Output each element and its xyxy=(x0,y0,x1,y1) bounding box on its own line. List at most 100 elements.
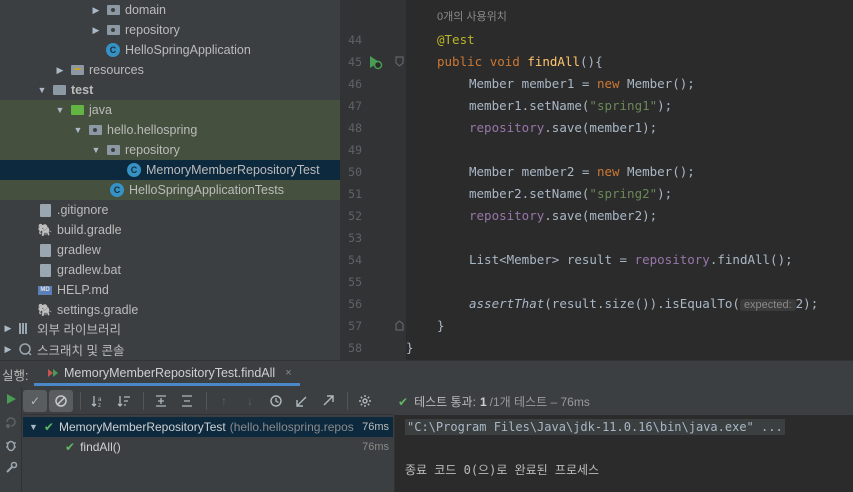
sort-by-duration-button[interactable] xyxy=(112,390,136,412)
tree-item-repository[interactable]: ▶ repository xyxy=(0,20,340,40)
test-class-icon: C xyxy=(110,183,124,197)
console-exit-line: 종료 코드 0(으)로 완료된 프로세스 xyxy=(405,463,600,477)
check-icon: ✔ xyxy=(398,394,409,409)
expand-all-button[interactable] xyxy=(149,390,173,412)
chevron-right-icon[interactable]: ▶ xyxy=(90,20,102,40)
tree-item-resources[interactable]: ▶ resources xyxy=(0,60,340,80)
tree-item-gradlew-bat[interactable]: gradlew.bat xyxy=(0,260,340,280)
tree-item-label: gradlew xyxy=(57,243,101,257)
line-number: 45 xyxy=(348,55,362,69)
tree-item-hellospringapplicationtests[interactable]: C HelloSpringApplicationTests xyxy=(0,180,340,200)
tree-item-gitignore[interactable]: .gitignore xyxy=(0,200,340,220)
show-passed-button[interactable]: ✓ xyxy=(23,389,47,412)
spring-class-icon: C xyxy=(106,43,120,57)
tree-item-help-md[interactable]: MD HELP.md xyxy=(0,280,340,300)
code-text: } xyxy=(406,340,414,355)
tree-item-test[interactable]: ▼ test xyxy=(0,80,340,100)
tree-item-memorymemberrepositorytest[interactable]: C MemoryMemberRepositoryTest xyxy=(0,160,340,180)
status-count: 1 xyxy=(479,394,487,409)
run-label: 실행: xyxy=(2,368,29,383)
field-ref: repository xyxy=(469,120,545,135)
run-test-gutter-icon[interactable] xyxy=(367,54,383,73)
run-tab[interactable]: MemoryMemberRepositoryTest.findAll × xyxy=(34,363,300,386)
tree-item-label: HELP.md xyxy=(57,283,109,297)
chevron-right-icon[interactable]: ▶ xyxy=(2,339,14,359)
code-line-46: Member member1 = new Member(); xyxy=(469,73,695,95)
tree-item-test-repository[interactable]: ▼ repository xyxy=(0,140,340,160)
test-class-icon: C xyxy=(127,163,141,177)
fold-end-icon[interactable] xyxy=(395,320,404,334)
run-panel-header: 실행: MemoryMemberRepositoryTest.findAll × xyxy=(0,360,853,387)
chevron-right-icon[interactable]: ▶ xyxy=(90,0,102,20)
import-tests-button[interactable] xyxy=(290,390,314,412)
tree-item-label: 외부 라이브러리 xyxy=(37,322,121,337)
keyword: void xyxy=(489,54,520,69)
code-line-51: member2.setName("spring2"); xyxy=(469,183,672,205)
chevron-right-icon[interactable]: ▶ xyxy=(54,60,66,80)
export-tests-button[interactable] xyxy=(316,390,340,412)
annotation: @Test xyxy=(437,32,475,47)
tree-item-label: repository xyxy=(125,23,180,37)
chevron-down-icon[interactable]: ▼ xyxy=(90,140,102,160)
test-result-row[interactable]: ✔ findAll() 76ms xyxy=(23,437,393,457)
code-editor[interactable]: 0개의 사용위치 @Test public void findAll(){ Me… xyxy=(406,0,853,360)
tree-item-label: .gitignore xyxy=(57,203,109,217)
code-text: 2); xyxy=(795,296,819,311)
rerun-failed-button[interactable] xyxy=(0,410,22,433)
tree-item-settings-gradle[interactable]: 🐘 settings.gradle xyxy=(0,300,340,320)
editor-gutter: 44 45 46 47 48 49 50 51 52 53 54 55 56 5… xyxy=(340,0,406,360)
tree-item-label: HelloSpringApplication xyxy=(125,43,251,57)
fold-icon[interactable] xyxy=(395,56,404,70)
toolbar-separator xyxy=(80,391,81,410)
tree-item-gradlew[interactable]: gradlew xyxy=(0,240,340,260)
keyword: new xyxy=(596,164,620,179)
test-result-row[interactable]: ▼ ✔ MemoryMemberRepositoryTest (hello.he… xyxy=(23,417,393,437)
code-line-47: member1.setName("spring1"); xyxy=(469,95,672,117)
show-ignored-button[interactable] xyxy=(49,389,73,412)
toolbar-separator xyxy=(143,391,144,410)
arrow-up-icon[interactable]: ↑ xyxy=(212,390,236,412)
chevron-right-icon[interactable]: ▶ xyxy=(2,318,14,338)
run-vertical-toolbar xyxy=(0,387,22,492)
wrench-icon[interactable] xyxy=(0,456,22,479)
tree-item-hellospringapplication[interactable]: C HelloSpringApplication xyxy=(0,40,340,60)
line-number: 49 xyxy=(348,143,362,157)
code-text: List<Member> result = xyxy=(469,252,635,267)
status-pass-text: 테스트 통과: xyxy=(414,395,476,409)
test-history-button[interactable] xyxy=(264,390,288,412)
code-text: (){ xyxy=(580,54,603,69)
chevron-down-icon[interactable]: ▼ xyxy=(54,100,66,120)
svg-text:z: z xyxy=(98,403,101,408)
package-folder-icon xyxy=(88,123,102,137)
console-output[interactable]: "C:\Program Files\Java\jdk-11.0.16\bin\j… xyxy=(394,415,853,492)
status-summary: /1개 테스트 – 76ms xyxy=(489,395,590,409)
tree-item-label: MemoryMemberRepositoryTest xyxy=(146,163,320,177)
tree-item-java[interactable]: ▼ java xyxy=(0,100,340,120)
usage-hint[interactable]: 0개의 사용위치 xyxy=(437,5,507,27)
resources-folder-icon xyxy=(70,63,84,77)
line-number: 57 xyxy=(348,319,362,333)
tree-item-hello-hellospring[interactable]: ▼ hello.hellospring xyxy=(0,120,340,140)
tree-item-build-gradle[interactable]: 🐘 build.gradle xyxy=(0,220,340,240)
test-duration: 76ms xyxy=(358,421,389,433)
sort-alphabetically-button[interactable]: az xyxy=(86,390,110,412)
method-name: findAll xyxy=(527,54,581,69)
code-text: Member(); xyxy=(619,76,695,91)
tree-item-domain[interactable]: ▶ domain xyxy=(0,0,340,20)
test-results-tree: ▼ ✔ MemoryMemberRepositoryTest (hello.he… xyxy=(23,415,393,492)
arrow-down-icon[interactable]: ↓ xyxy=(238,390,262,412)
test-package: (hello.hellospring.repos xyxy=(229,420,354,434)
tree-item-scratches[interactable]: ▶ 스크래치 및 콘솔 xyxy=(0,339,340,359)
attach-debugger-icon[interactable] xyxy=(0,433,22,456)
collapse-all-button[interactable] xyxy=(175,390,199,412)
chevron-down-icon[interactable]: ▼ xyxy=(36,80,48,100)
chevron-down-icon[interactable]: ▼ xyxy=(72,120,84,140)
console-command-line[interactable]: "C:\Program Files\Java\jdk-11.0.16\bin\j… xyxy=(405,419,785,435)
tree-item-external-libraries[interactable]: ▶ 외부 라이브러리 xyxy=(0,318,340,338)
rerun-button[interactable] xyxy=(0,387,22,410)
tree-item-label: settings.gradle xyxy=(57,303,139,317)
close-icon[interactable]: × xyxy=(285,367,291,379)
line-number: 47 xyxy=(348,99,362,113)
gear-icon[interactable] xyxy=(353,390,377,412)
chevron-down-icon[interactable]: ▼ xyxy=(29,422,38,432)
